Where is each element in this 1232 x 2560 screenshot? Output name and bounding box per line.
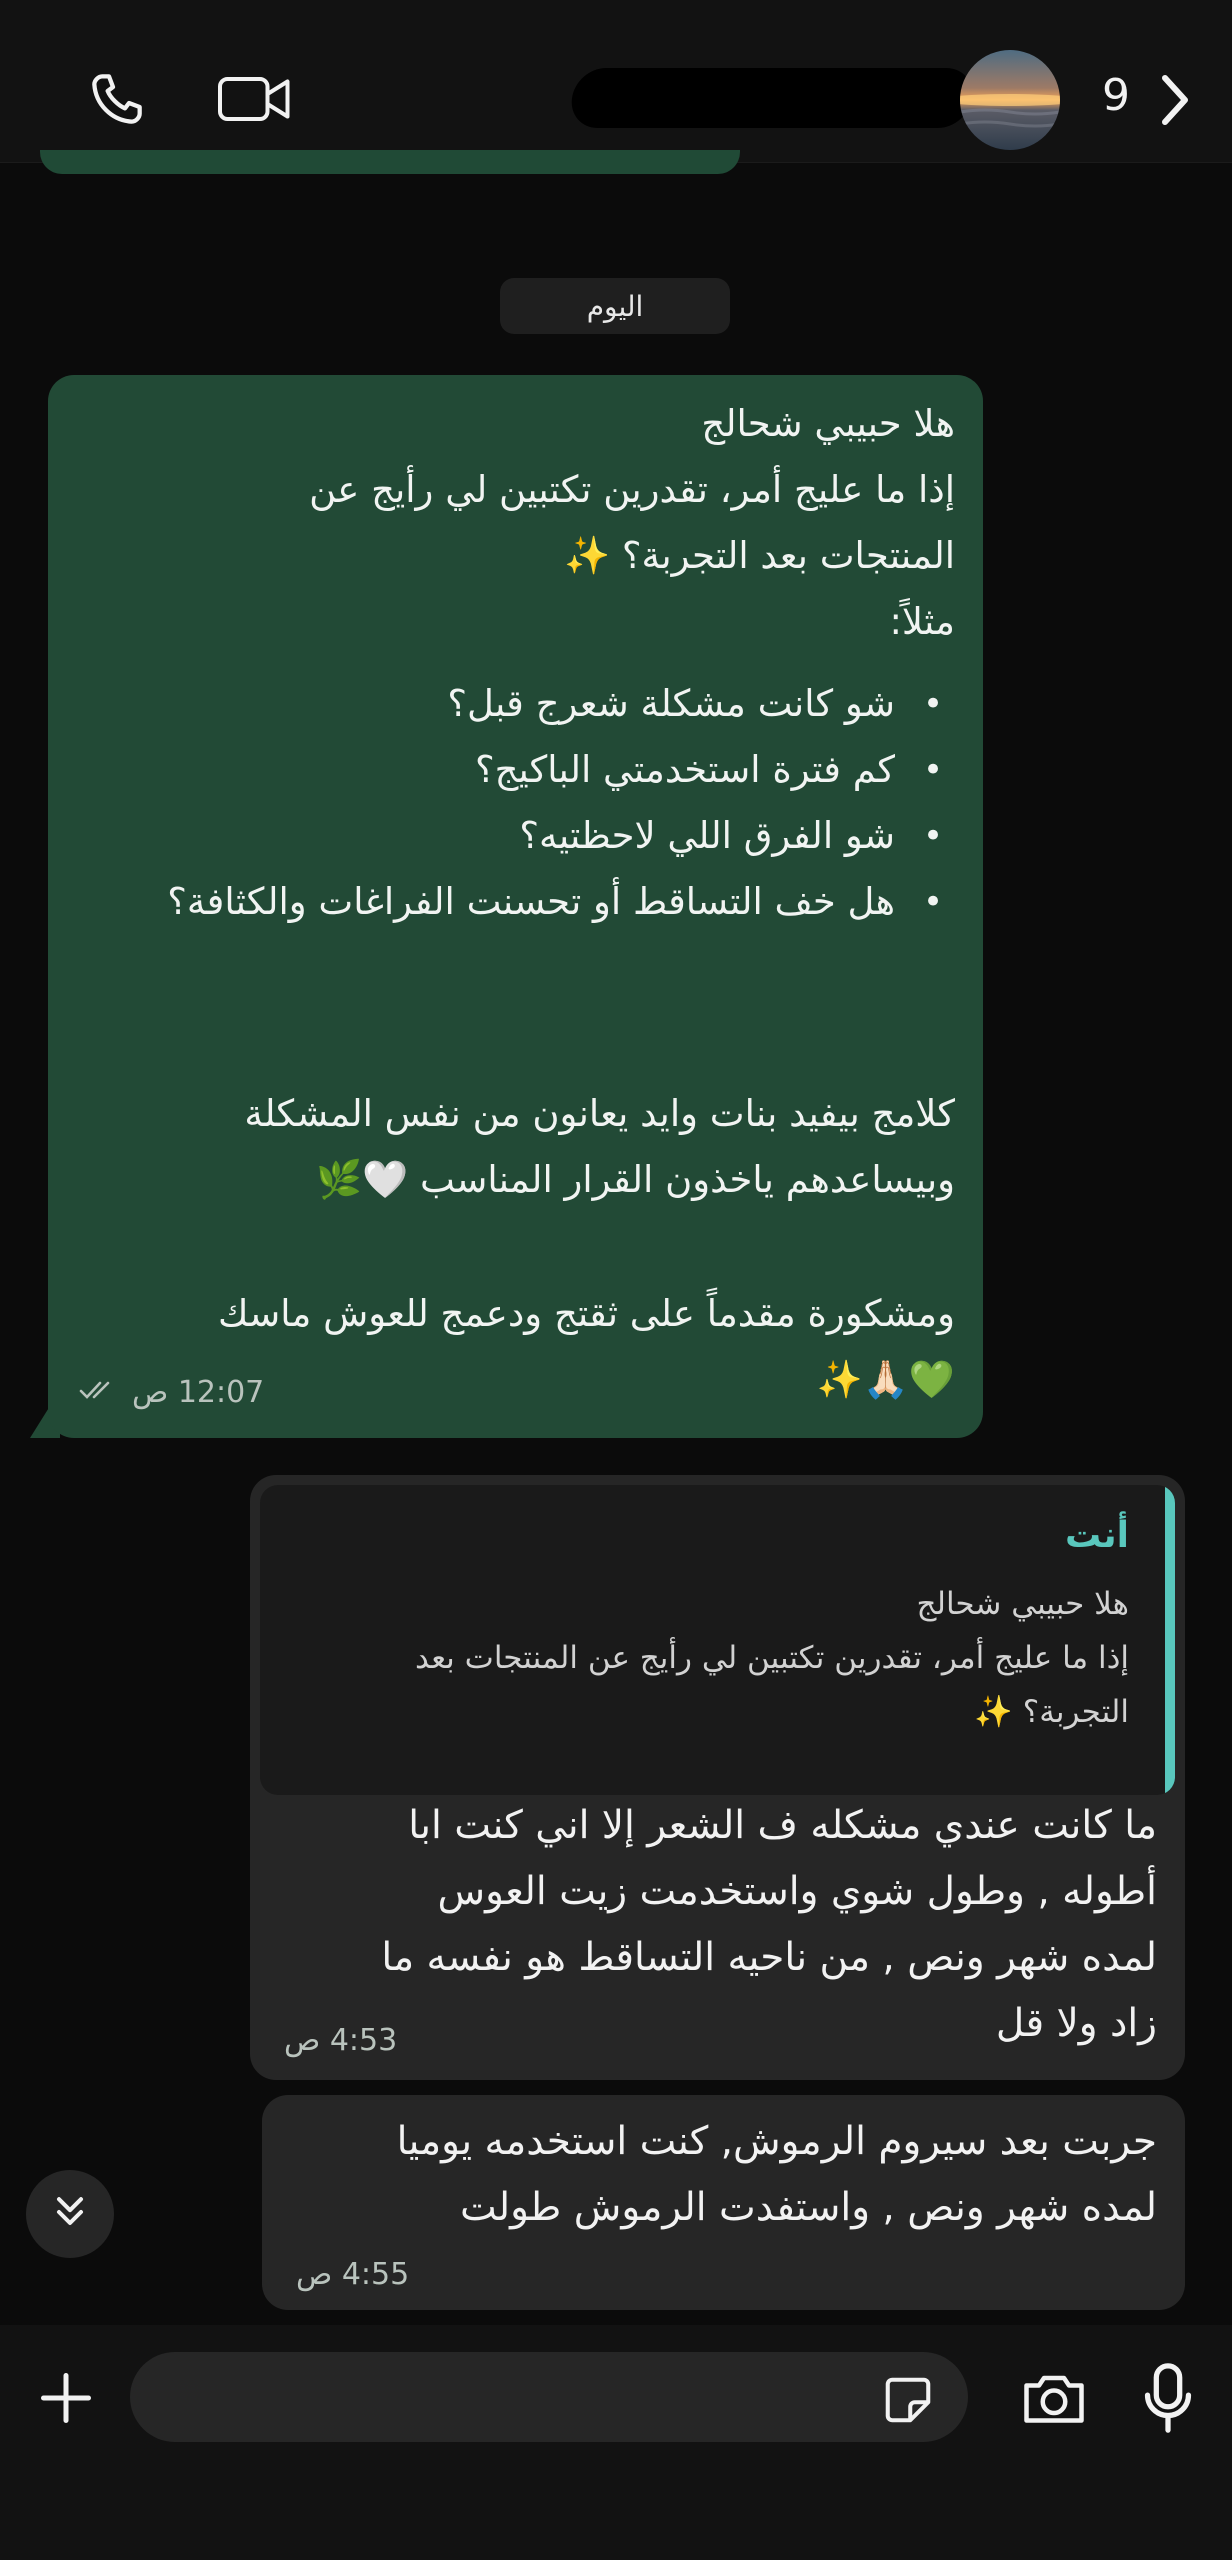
avatar[interactable] xyxy=(960,50,1060,150)
message-paragraph: كلامج بيفيد بنات وايد يعانون من نفس المش… xyxy=(244,1092,955,1201)
quote-accent-bar xyxy=(1165,1485,1175,1795)
double-check-icon xyxy=(78,1375,122,1410)
camera-icon[interactable] xyxy=(1014,2360,1094,2436)
outgoing-reply-bubble[interactable]: أنت هلا حبيبي شحالج إذا ما عليج أمر، تقد… xyxy=(250,1475,1185,2080)
list-item: شو كانت مشكلة شعرج قبل؟ xyxy=(78,671,955,737)
message-text: هلا حبيبي شحالج إذا ما عليج أمر، تقدرين … xyxy=(309,402,955,643)
previous-message-edge xyxy=(40,150,740,174)
list-item: شو الفرق اللي لاحظتيه؟ xyxy=(78,803,955,869)
quoted-message[interactable]: أنت هلا حبيبي شحالج إذا ما عليج أمر، تقد… xyxy=(260,1485,1175,1795)
message-time: 12:07 ص xyxy=(132,1375,265,1410)
contact-name-redacted[interactable] xyxy=(567,68,977,128)
video-camera-icon[interactable] xyxy=(210,62,300,136)
list-item: كم فترة استخدمتي الباكيج؟ xyxy=(78,737,955,803)
microphone-icon[interactable] xyxy=(1132,2356,1204,2440)
unread-count[interactable]: 9 xyxy=(1102,70,1130,121)
double-chevron-down-icon xyxy=(48,2190,92,2238)
message-meta: 12:07 ص xyxy=(78,1375,264,1410)
chat-header: 9 xyxy=(0,0,1232,163)
quote-sender: أنت xyxy=(1065,1515,1129,1556)
outgoing-message-bubble[interactable]: جربت بعد سيروم الرموش, كنت استخدمه يوميا… xyxy=(262,2095,1185,2310)
message-input[interactable] xyxy=(130,2352,968,2442)
list-item: هل خف التساقط أو تحسنت الفراغات والكثافة… xyxy=(78,869,955,935)
quote-text: هلا حبيبي شحالج إذا ما عليج أمر، تقدرين … xyxy=(414,1586,1129,1730)
question-list: شو كانت مشكلة شعرج قبل؟ كم فترة استخدمتي… xyxy=(78,671,955,935)
date-divider: اليوم xyxy=(500,278,730,334)
plus-icon[interactable] xyxy=(30,2362,102,2434)
phone-icon[interactable] xyxy=(80,62,154,136)
scroll-to-bottom-button[interactable] xyxy=(26,2170,114,2258)
message-text: جربت بعد سيروم الرموش, كنت استخدمه يوميا… xyxy=(396,2119,1157,2230)
incoming-message-bubble[interactable]: هلا حبيبي شحالج إذا ما عليج أمر، تقدرين … xyxy=(48,375,983,1438)
message-time: 4:53 ص xyxy=(284,2023,398,2058)
message-time: 4:55 ص xyxy=(296,2257,410,2292)
message-text: ما كانت عندي مشكله ف الشعر إلا اني كنت ا… xyxy=(381,1803,1157,2046)
sticker-icon[interactable] xyxy=(876,2368,940,2432)
chevron-right-icon[interactable] xyxy=(1150,70,1200,130)
